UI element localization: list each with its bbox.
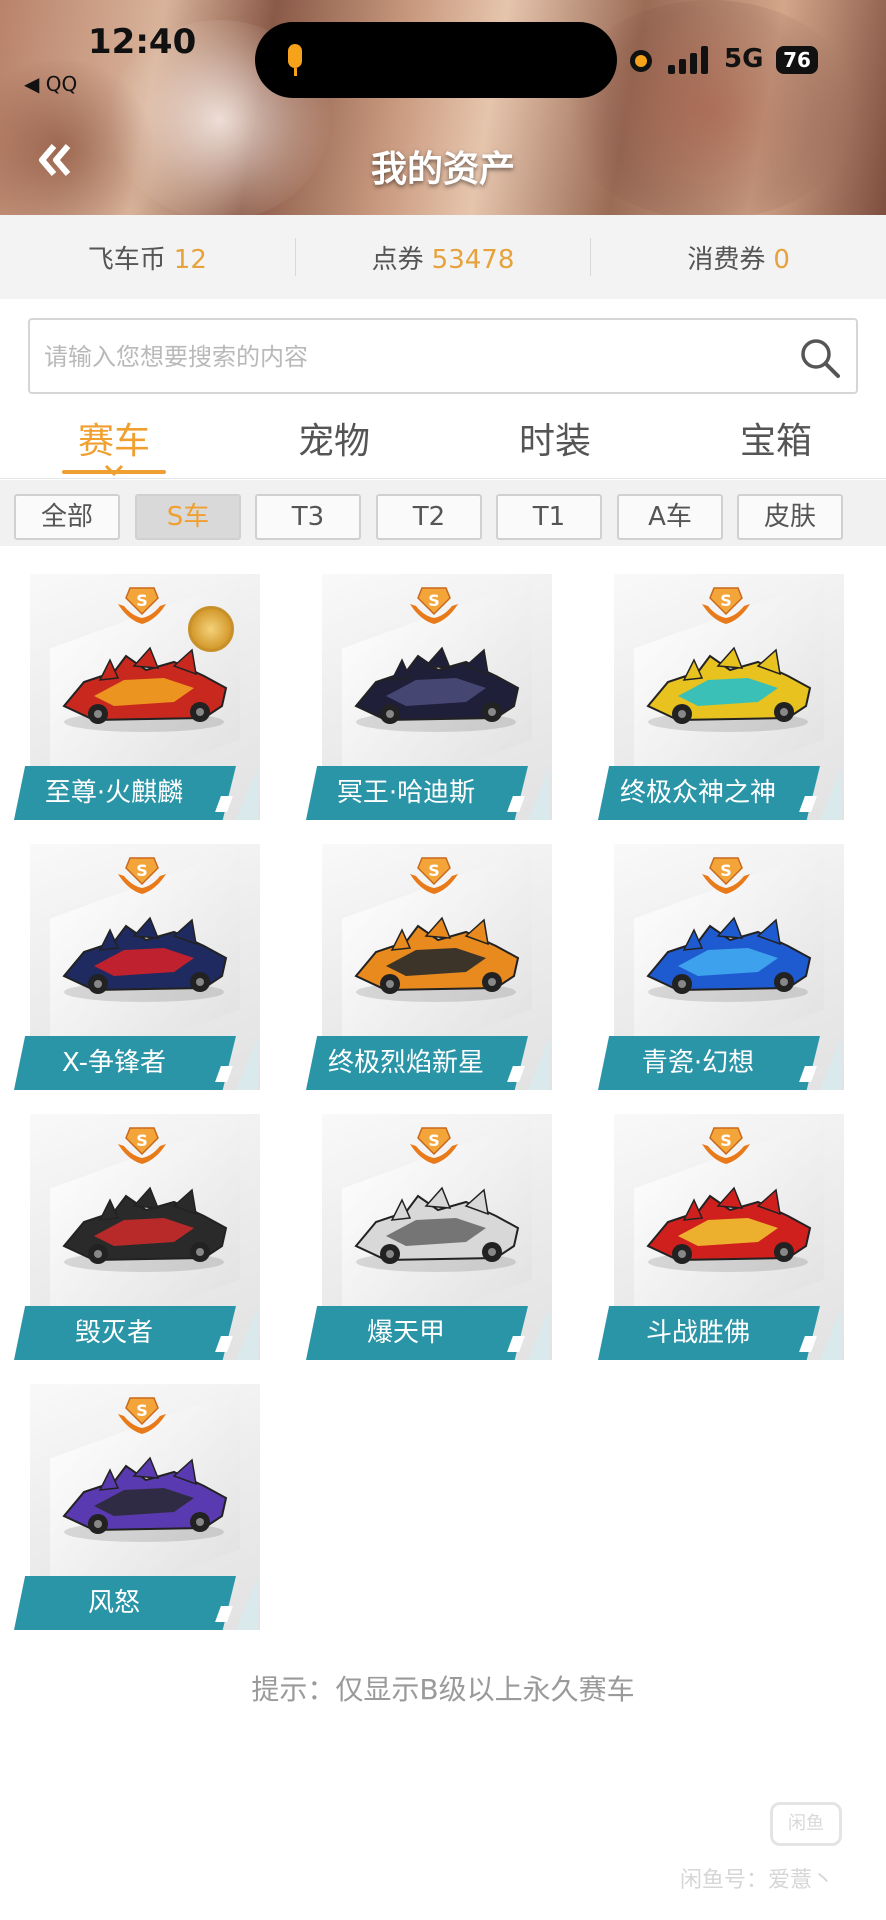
badge-text: S (428, 861, 440, 880)
badge-text: S (428, 591, 440, 610)
network-type: 5G (724, 44, 764, 74)
filter-skin[interactable]: 皮肤 (737, 494, 843, 540)
currency-value: 53478 (431, 244, 515, 275)
car-card[interactable]: S 终极烈焰新星 (306, 840, 562, 1090)
car-name: 至尊·火麒麟 (44, 778, 184, 808)
status-back-app[interactable]: ◀ QQ (24, 72, 77, 96)
currency-feichebi: 飞车币 12 (0, 239, 295, 276)
s-rank-badge-icon: S (118, 1127, 166, 1164)
s-rank-badge-icon: S (702, 857, 750, 894)
microphone-icon (294, 68, 297, 76)
currency-value: 0 (773, 244, 790, 275)
currency-dianquan: 点券 53478 (296, 239, 591, 276)
s-rank-badge-icon: S (118, 1397, 166, 1434)
s-rank-badge-icon: S (702, 587, 750, 624)
car-icon (354, 916, 520, 1002)
car-name: 斗战胜佛 (645, 1318, 750, 1348)
s-rank-badge-icon: S (118, 587, 166, 624)
car-name: 冥王·哈迪斯 (336, 778, 476, 808)
car-icon (62, 1186, 228, 1272)
caret-down-icon (104, 464, 124, 476)
search-input[interactable] (44, 338, 744, 376)
car-icon (62, 646, 228, 732)
currency-xiaofeiquan: 消费券 0 (591, 239, 886, 276)
badge-text: S (720, 1131, 732, 1150)
car-name: 毁灭者 (74, 1318, 153, 1348)
car-icon (62, 1456, 228, 1542)
search-icon[interactable] (798, 336, 842, 380)
divider (0, 478, 886, 479)
currency-label: 飞车币 (87, 244, 166, 275)
badge-text: S (720, 861, 732, 880)
s-rank-badge-icon: S (410, 1127, 458, 1164)
signal-icon (668, 46, 712, 74)
s-rank-badge-icon: S (118, 857, 166, 894)
tab-chests[interactable]: 宝箱 (706, 412, 846, 464)
car-name: 青瓷·幻想 (641, 1048, 755, 1078)
category-tabs: 赛车 宠物 时装 宝箱 (0, 400, 886, 480)
microphone-icon (288, 44, 302, 68)
currency-label: 点券 (371, 244, 424, 275)
watermark-logo: 闲鱼 (770, 1802, 842, 1846)
filter-bar: 全部 S车 T3 T2 T1 A车 皮肤 (0, 480, 886, 546)
page-title: 我的资产 (370, 149, 515, 190)
tab-cars[interactable]: 赛车 (44, 412, 184, 464)
badge-text: S (136, 1401, 148, 1420)
tab-fashion[interactable]: 时装 (485, 412, 625, 464)
currency-label: 消费券 (687, 244, 766, 275)
badge-text: S (136, 1131, 148, 1150)
car-icon (646, 1186, 812, 1272)
s-rank-badge-icon: S (702, 1127, 750, 1164)
status-time: 12:40 (88, 22, 197, 62)
car-card[interactable]: S 青瓷·幻想 (598, 840, 854, 1090)
currency-bar: 飞车币 12 点券 53478 消费券 0 (0, 215, 886, 299)
dynamic-island (255, 22, 617, 98)
car-card[interactable]: S 毁灭者 (14, 1110, 270, 1360)
car-name: 终极烈焰新星 (327, 1048, 484, 1078)
car-name: 风怒 (87, 1588, 140, 1618)
hint-text: 提示：仅显示B级以上永久赛车 (251, 1673, 635, 1706)
car-card[interactable]: S 终极众神之神 (598, 570, 854, 820)
battery-icon: 76 (776, 46, 818, 74)
badge-text: S (428, 1131, 440, 1150)
car-card[interactable]: S 爆天甲 (306, 1110, 562, 1360)
car-card[interactable]: S X-争锋者 (14, 840, 270, 1090)
currency-value: 12 (173, 244, 207, 275)
s-rank-badge-icon: S (410, 857, 458, 894)
car-icon (354, 1186, 520, 1272)
car-name: X-争锋者 (62, 1048, 166, 1078)
header-banner: 12:40 ◀ QQ 5G 76 我的资产 (0, 0, 886, 215)
filter-all[interactable]: 全部 (14, 494, 120, 540)
car-name: 爆天甲 (366, 1318, 445, 1348)
filter-t3[interactable]: T3 (255, 494, 361, 540)
car-card[interactable]: S 冥王·哈迪斯 (306, 570, 562, 820)
watermark-text: 闲鱼号：爱薏丶 (680, 1868, 835, 1893)
search-box[interactable] (28, 318, 858, 394)
car-icon (646, 646, 812, 732)
filter-t1[interactable]: T1 (496, 494, 602, 540)
filter-t2[interactable]: T2 (376, 494, 482, 540)
car-card[interactable]: S 至尊·火麒麟 (14, 570, 270, 820)
tab-pets[interactable]: 宠物 (264, 412, 404, 464)
recording-indicator-icon (630, 50, 652, 72)
badge-text: S (136, 861, 148, 880)
filter-s-car[interactable]: S车 (135, 494, 241, 540)
filter-a-car[interactable]: A车 (617, 494, 723, 540)
badge-text: S (720, 591, 732, 610)
car-icon (62, 916, 228, 1002)
badge-text: S (136, 591, 148, 610)
car-name: 终极众神之神 (619, 778, 776, 808)
car-icon (646, 916, 812, 1002)
car-card[interactable]: S 风怒 (14, 1380, 270, 1630)
s-rank-badge-icon: S (410, 587, 458, 624)
car-icon (354, 646, 520, 732)
car-card[interactable]: S 斗战胜佛 (598, 1110, 854, 1360)
